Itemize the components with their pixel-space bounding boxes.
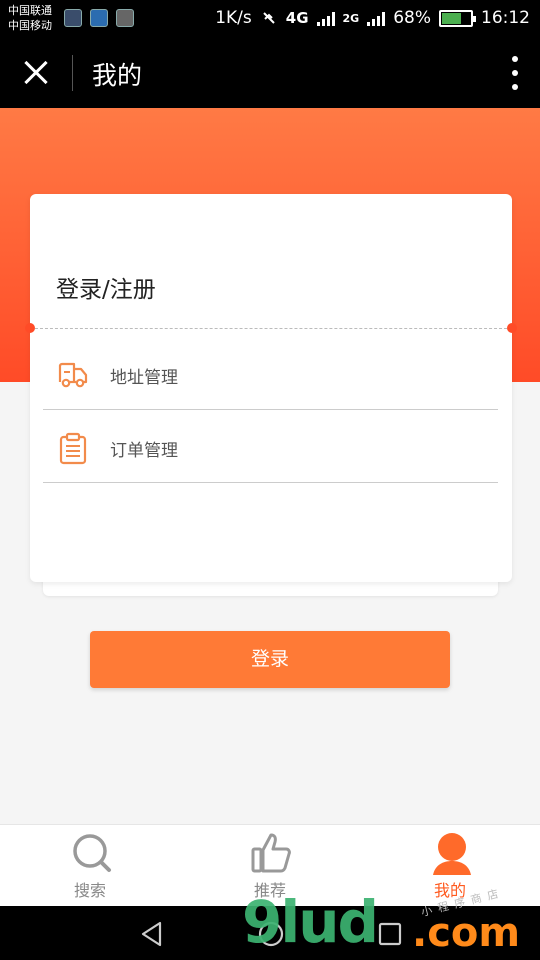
battery-percent: 68%: [393, 8, 431, 28]
notification-icons: [64, 9, 134, 27]
gallery-app-icon: [116, 9, 134, 27]
title-bar: 我的: [0, 38, 540, 108]
page-title: 我的: [92, 61, 143, 90]
tab-search-label: 搜索: [73, 881, 106, 900]
order-management-item[interactable]: 订单管理: [43, 410, 498, 483]
mute-icon: [263, 12, 275, 24]
battery-fill: [442, 12, 462, 24]
address-management-label: 地址管理: [110, 368, 178, 388]
search-icon: [73, 834, 111, 872]
watermark-main: 9lud: [242, 888, 379, 956]
status-bar: 中国联通 中国移动 1K/s 4G 2G 68% 16:12: [0, 0, 540, 38]
divider-dot-right: [507, 323, 517, 333]
location-app-icon: [90, 9, 108, 27]
clock: 16:12: [481, 8, 530, 28]
title-divider: [72, 55, 73, 91]
more-vertical-icon[interactable]: [510, 56, 520, 90]
status-right: 1K/s 4G 2G 68% 16:12: [215, 8, 530, 28]
dashed-divider: [30, 328, 512, 329]
divider-dot-left: [25, 323, 35, 333]
signal-4g-icon: [316, 10, 335, 26]
back-icon[interactable]: [139, 921, 165, 947]
carrier-2: 中国移动: [8, 19, 52, 32]
site-watermark: 9lud .com 小程序商店: [242, 886, 532, 960]
login-button[interactable]: 登录: [90, 631, 450, 688]
net-speed: 1K/s: [215, 8, 252, 28]
network-2g-label: 2G: [342, 11, 360, 25]
network-4g-label: 4G: [285, 9, 309, 27]
address-management-item[interactable]: 地址管理: [43, 337, 498, 410]
login-register-link[interactable]: 登录/注册: [56, 270, 156, 304]
clipboard-icon: [59, 432, 87, 465]
tab-search[interactable]: 搜索: [30, 825, 150, 907]
signal-2g-icon: [367, 10, 386, 26]
carrier-labels: 中国联通 中国移动: [8, 3, 52, 33]
close-icon[interactable]: [18, 55, 54, 91]
user-icon: [433, 833, 471, 875]
notification-app-icon: [64, 9, 82, 27]
profile-card: 登录/注册 地址管理 订单管理: [25, 194, 517, 582]
carrier-1: 中国联通: [8, 4, 52, 17]
battery-icon: [439, 9, 476, 27]
thumbs-up-icon: [251, 833, 291, 873]
truck-icon: [58, 362, 88, 388]
order-management-label: 订单管理: [110, 441, 178, 461]
